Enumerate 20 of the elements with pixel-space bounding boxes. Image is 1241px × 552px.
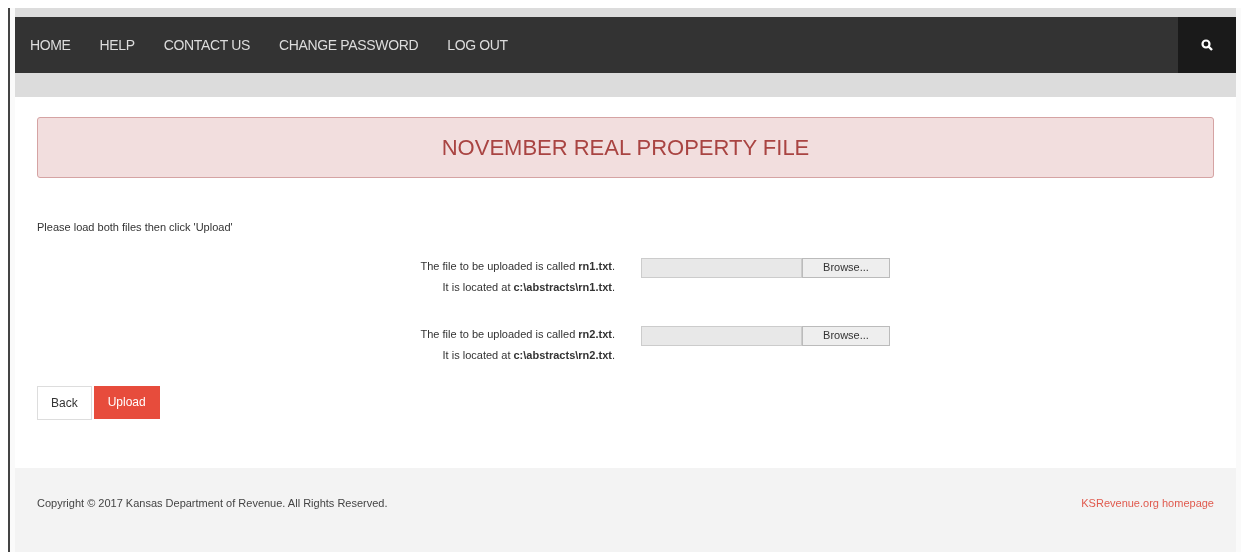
nav-link[interactable]: CHANGE PASSWORD [279,34,419,56]
search-icon [1201,39,1213,51]
browse-button[interactable]: Browse... [802,325,890,346]
file-location-text: It is located at c:\abstracts\rn1.txt. [442,279,615,295]
nav-link[interactable]: HELP [99,34,135,56]
upload-button[interactable]: Upload [93,385,160,419]
copyright-text: Copyright © 2017 Kansas Department of Revenue. All Rights Reserved. [37,496,388,511]
file-location-text: It is located at c:\abstracts\rn2.txt. [442,347,615,363]
file-name-text: The file to be uploaded is called rn1.txt. [420,258,615,274]
instruction-text: Please load both files then click 'Upload' [37,220,234,235]
search-button[interactable] [1178,17,1236,73]
banner-title: NOVEMBER REAL PROPERTY FILE [441,134,810,162]
nav-link[interactable]: LOG OUT [447,34,508,56]
nav-link[interactable]: HOME [30,34,71,56]
back-button[interactable]: Back [37,385,92,420]
nav-link[interactable]: CONTACT US [163,34,250,56]
browse-button[interactable]: Browse... [802,257,890,278]
file-input-field[interactable] [641,257,802,278]
file-input-field[interactable] [641,325,802,346]
file-name-text: The file to be uploaded is called rn2.txt. [420,326,615,342]
